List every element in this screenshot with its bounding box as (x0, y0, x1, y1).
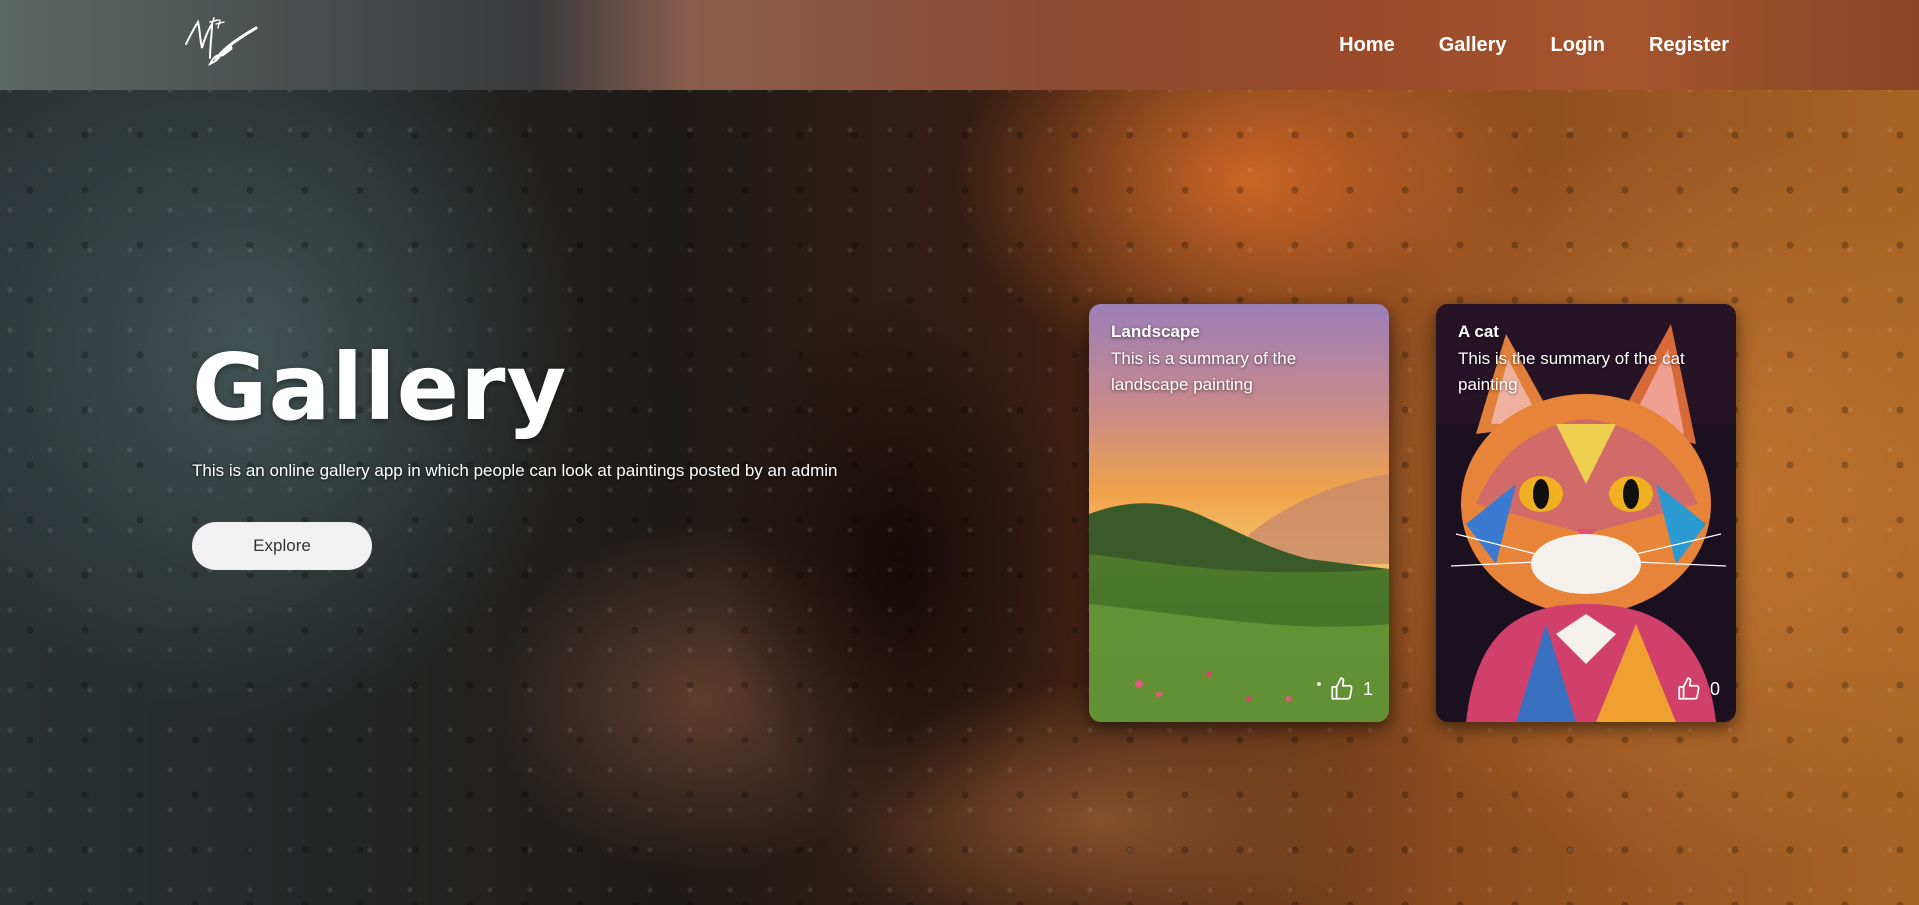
nav-register-link[interactable]: Register (1649, 34, 1729, 57)
explore-button[interactable]: Explore (192, 522, 372, 570)
card-summary: This is the summary of the cat painting (1458, 349, 1685, 394)
like-count: 1 (1362, 678, 1373, 699)
like-control: 1 (1329, 676, 1373, 702)
nav-gallery-link[interactable]: Gallery (1439, 34, 1507, 57)
hero-subtitle: This is an online gallery app in which p… (192, 461, 838, 480)
painting-card-cat[interactable]: A cat This is the summary of the cat pai… (1436, 304, 1736, 722)
navbar: Home Gallery Login Register (0, 0, 1919, 90)
main-nav: Home Gallery Login Register (1339, 0, 1729, 90)
nav-home-link[interactable]: Home (1339, 34, 1395, 57)
art-brush-logo-icon[interactable] (180, 14, 262, 70)
thumbs-up-icon[interactable] (1329, 676, 1355, 702)
nav-login-link[interactable]: Login (1551, 34, 1605, 57)
card-summary: This is a summary of the landscape paint… (1111, 349, 1297, 394)
painting-card-landscape[interactable]: Landscape This is a summary of the lands… (1089, 304, 1389, 722)
hero-title: Gallery (192, 334, 568, 441)
like-control: 0 (1676, 676, 1720, 702)
card-title: A cat (1458, 322, 1499, 341)
card-title: Landscape (1111, 322, 1200, 341)
like-count: 0 (1709, 678, 1720, 699)
thumbs-up-icon[interactable] (1676, 676, 1702, 702)
